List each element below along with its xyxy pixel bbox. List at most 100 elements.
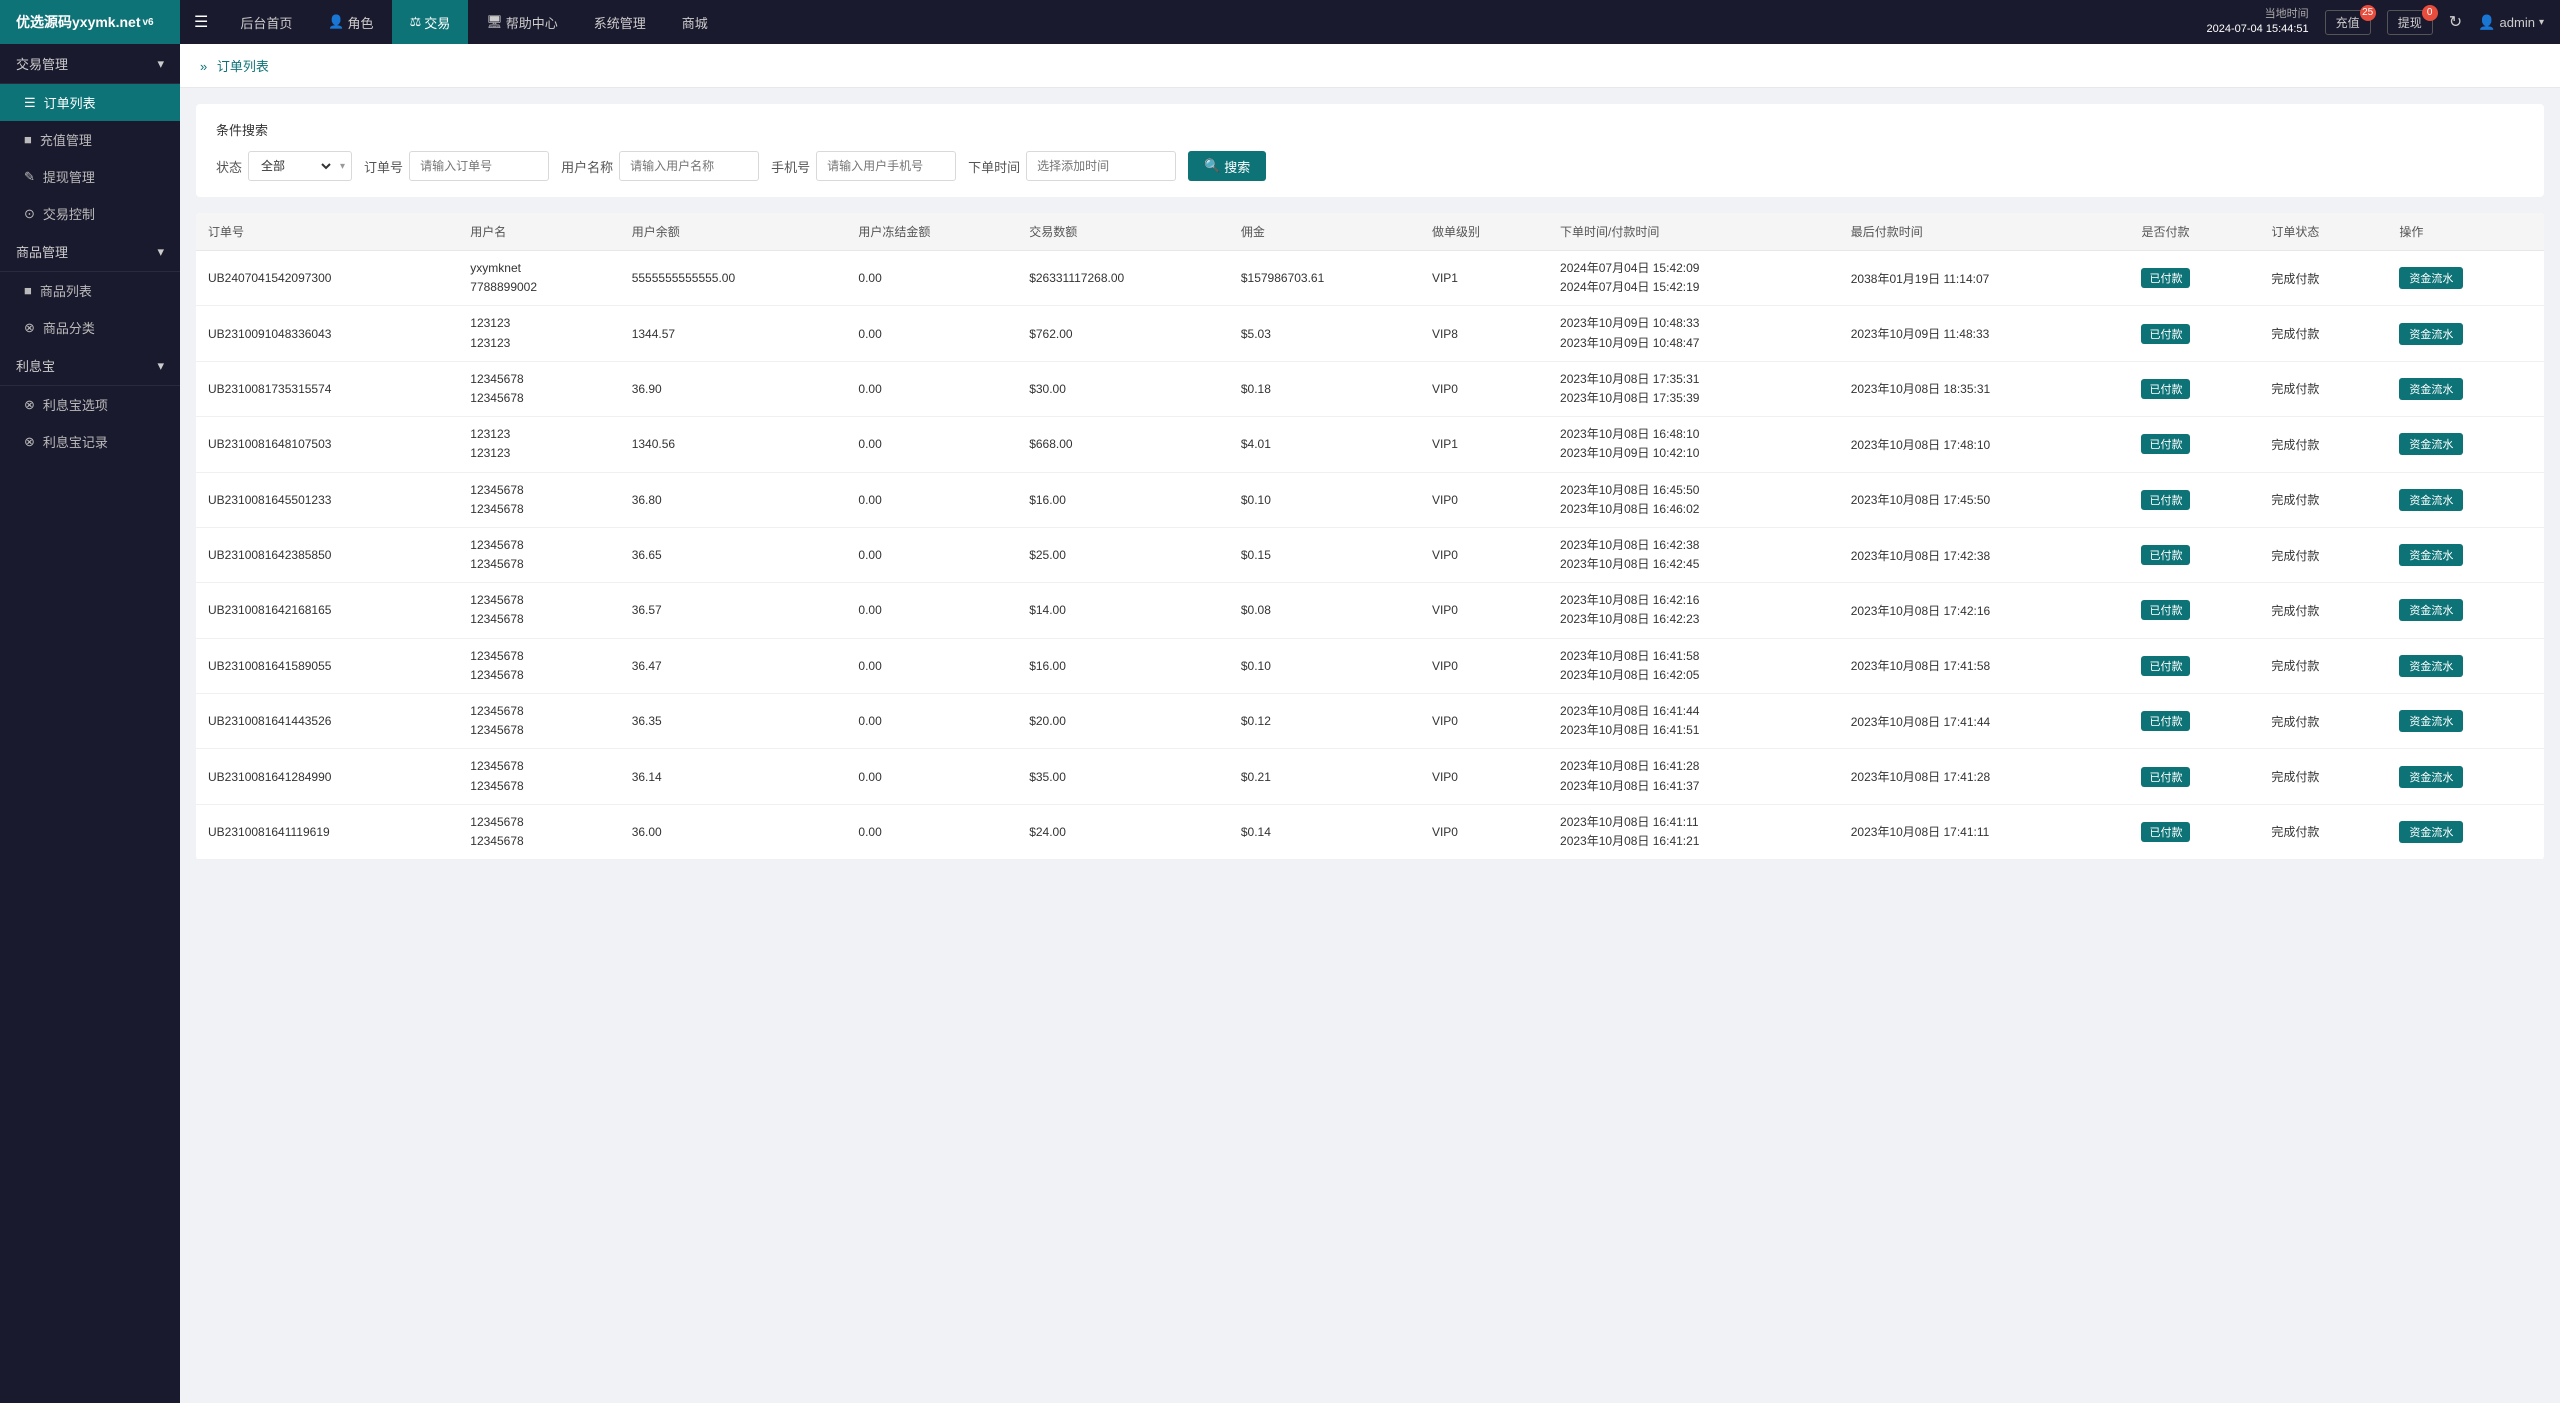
sidebar-item-order-list[interactable]: ☰ 订单列表 <box>0 84 180 121</box>
refresh-icon[interactable]: ↻ <box>2449 12 2462 32</box>
withdraw-badge: 0 <box>2422 5 2438 21</box>
nav-item-home[interactable]: 后台首页 <box>222 0 310 44</box>
cell-action[interactable]: 资金流水 <box>2387 417 2544 472</box>
cell-balance: 36.00 <box>620 804 847 859</box>
order-list-icon: ☰ <box>24 95 36 111</box>
cell-level: VIP0 <box>1420 583 1548 638</box>
cell-order-no: UB2310081641119619 <box>196 804 458 859</box>
cell-action[interactable]: 资金流水 <box>2387 694 2544 749</box>
action-button[interactable]: 资金流水 <box>2399 378 2463 400</box>
status-select-wrap[interactable]: 全部 已付款 未付款 完成付款 ▾ <box>248 151 352 181</box>
cell-order-no: UB2310091048336043 <box>196 306 458 361</box>
cell-action[interactable]: 资金流水 <box>2387 638 2544 693</box>
sidebar-item-product-list[interactable]: ■ 商品列表 <box>0 272 180 309</box>
username-field: 用户名称 <box>561 151 759 181</box>
sidebar-item-withdraw[interactable]: ✎ 提现管理 <box>0 158 180 195</box>
menu-toggle-icon[interactable]: ☰ <box>180 12 222 32</box>
cell-is-paid: 已付款 <box>2129 527 2259 582</box>
admin-label: admin <box>2500 15 2535 30</box>
action-button[interactable]: 资金流水 <box>2399 766 2463 788</box>
sidebar-item-label-order-list: 订单列表 <box>44 93 96 112</box>
action-button[interactable]: 资金流水 <box>2399 655 2463 677</box>
cell-amount: $16.00 <box>1017 638 1229 693</box>
breadcrumb: » 订单列表 <box>180 44 2560 88</box>
nav-item-system[interactable]: 系统管理 <box>576 0 664 44</box>
action-button[interactable]: 资金流水 <box>2399 433 2463 455</box>
cell-action[interactable]: 资金流水 <box>2387 804 2544 859</box>
username-input[interactable] <box>619 151 759 181</box>
cell-username: 12345678 12345678 <box>458 638 619 693</box>
cell-last-pay-time: 2023年10月08日 17:41:11 <box>1839 804 2130 859</box>
action-button[interactable]: 资金流水 <box>2399 323 2463 345</box>
cell-status: 完成付款 <box>2259 694 2387 749</box>
cell-commission: $0.10 <box>1229 638 1420 693</box>
cell-frozen: 0.00 <box>846 694 1017 749</box>
phone-input[interactable] <box>816 151 956 181</box>
sidebar-item-label-product-category: 商品分类 <box>43 318 95 337</box>
cell-level: VIP8 <box>1420 306 1548 361</box>
sidebar-item-label-recharge: 充值管理 <box>40 130 92 149</box>
status-select[interactable]: 全部 已付款 未付款 完成付款 <box>249 152 334 180</box>
sidebar-item-interest-options[interactable]: ⊗ 利息宝选项 <box>0 386 180 423</box>
sidebar-item-product-category[interactable]: ⊗ 商品分类 <box>0 309 180 346</box>
sidebar-group-title-interest[interactable]: 利息宝 ▾ <box>0 346 180 386</box>
time-input[interactable] <box>1026 151 1176 181</box>
sidebar-item-recharge[interactable]: ■ 充值管理 <box>0 121 180 158</box>
cell-order-no: UB2407041542097300 <box>196 251 458 306</box>
cell-order-time: 2023年10月08日 16:42:38 2023年10月08日 16:42:4… <box>1548 527 1839 582</box>
time-value: 2024-07-04 15:44:51 <box>2207 22 2309 37</box>
cell-action[interactable]: 资金流水 <box>2387 306 2544 361</box>
sidebar-group-title-transaction[interactable]: 交易管理 ▾ <box>0 44 180 84</box>
order-no-input[interactable] <box>409 151 549 181</box>
cell-username: 12345678 12345678 <box>458 694 619 749</box>
cell-action[interactable]: 资金流水 <box>2387 472 2544 527</box>
cell-action[interactable]: 资金流水 <box>2387 527 2544 582</box>
nav-item-roles[interactable]: 👤角色 <box>310 0 391 44</box>
cell-level: VIP0 <box>1420 749 1548 804</box>
search-button[interactable]: 🔍 搜索 <box>1188 151 1266 181</box>
cell-order-no: UB2310081648107503 <box>196 417 458 472</box>
nav-item-help[interactable]: 🖥帮助中心 <box>468 0 576 44</box>
sidebar-item-trade-control[interactable]: ⊙ 交易控制 <box>0 195 180 232</box>
cell-status: 完成付款 <box>2259 583 2387 638</box>
recharge-button[interactable]: 充值 25 <box>2325 10 2371 35</box>
cell-commission: $5.03 <box>1229 306 1420 361</box>
cell-level: VIP0 <box>1420 804 1548 859</box>
action-button[interactable]: 资金流水 <box>2399 544 2463 566</box>
action-button[interactable]: 资金流水 <box>2399 267 2463 289</box>
action-button[interactable]: 资金流水 <box>2399 489 2463 511</box>
table-row: UB2310081642168165 12345678 12345678 36.… <box>196 583 2544 638</box>
cell-action[interactable]: 资金流水 <box>2387 583 2544 638</box>
search-box: 条件搜索 状态 全部 已付款 未付款 完成付款 ▾ <box>196 104 2544 197</box>
sidebar-group-label-interest: 利息宝 <box>16 356 55 375</box>
content-area: 条件搜索 状态 全部 已付款 未付款 完成付款 ▾ <box>180 88 2560 876</box>
sidebar-item-label-trade-control: 交易控制 <box>43 204 95 223</box>
table-row: UB2310081642385850 12345678 12345678 36.… <box>196 527 2544 582</box>
time-field: 下单时间 <box>968 151 1176 181</box>
nav-item-shop[interactable]: 商城 <box>664 0 726 44</box>
cell-commission: $0.18 <box>1229 361 1420 416</box>
trade-control-icon: ⊙ <box>24 206 35 222</box>
cell-action[interactable]: 资金流水 <box>2387 251 2544 306</box>
nav-item-transaction[interactable]: ⚖交易 <box>392 0 469 44</box>
cell-frozen: 0.00 <box>846 361 1017 416</box>
status-label: 状态 <box>216 157 242 176</box>
cell-frozen: 0.00 <box>846 472 1017 527</box>
cell-action[interactable]: 资金流水 <box>2387 361 2544 416</box>
action-button[interactable]: 资金流水 <box>2399 821 2463 843</box>
cell-order-time: 2024年07月04日 15:42:09 2024年07月04日 15:42:1… <box>1548 251 1839 306</box>
cell-frozen: 0.00 <box>846 638 1017 693</box>
cell-action[interactable]: 资金流水 <box>2387 749 2544 804</box>
sidebar-item-interest-records[interactable]: ⊗ 利息宝记录 <box>0 423 180 460</box>
cell-commission: $0.14 <box>1229 804 1420 859</box>
sidebar-group-title-products[interactable]: 商品管理 ▾ <box>0 232 180 272</box>
action-button[interactable]: 资金流水 <box>2399 710 2463 732</box>
table-row: UB2310091048336043 123123 123123 1344.57… <box>196 306 2544 361</box>
action-button[interactable]: 资金流水 <box>2399 599 2463 621</box>
cell-amount: $35.00 <box>1017 749 1229 804</box>
admin-menu[interactable]: 👤 admin ▾ <box>2478 14 2544 31</box>
col-commission: 佣金 <box>1229 213 1420 251</box>
withdraw-button[interactable]: 提现 0 <box>2387 10 2433 35</box>
cell-status: 完成付款 <box>2259 804 2387 859</box>
col-last-pay-time: 最后付款时间 <box>1839 213 2130 251</box>
